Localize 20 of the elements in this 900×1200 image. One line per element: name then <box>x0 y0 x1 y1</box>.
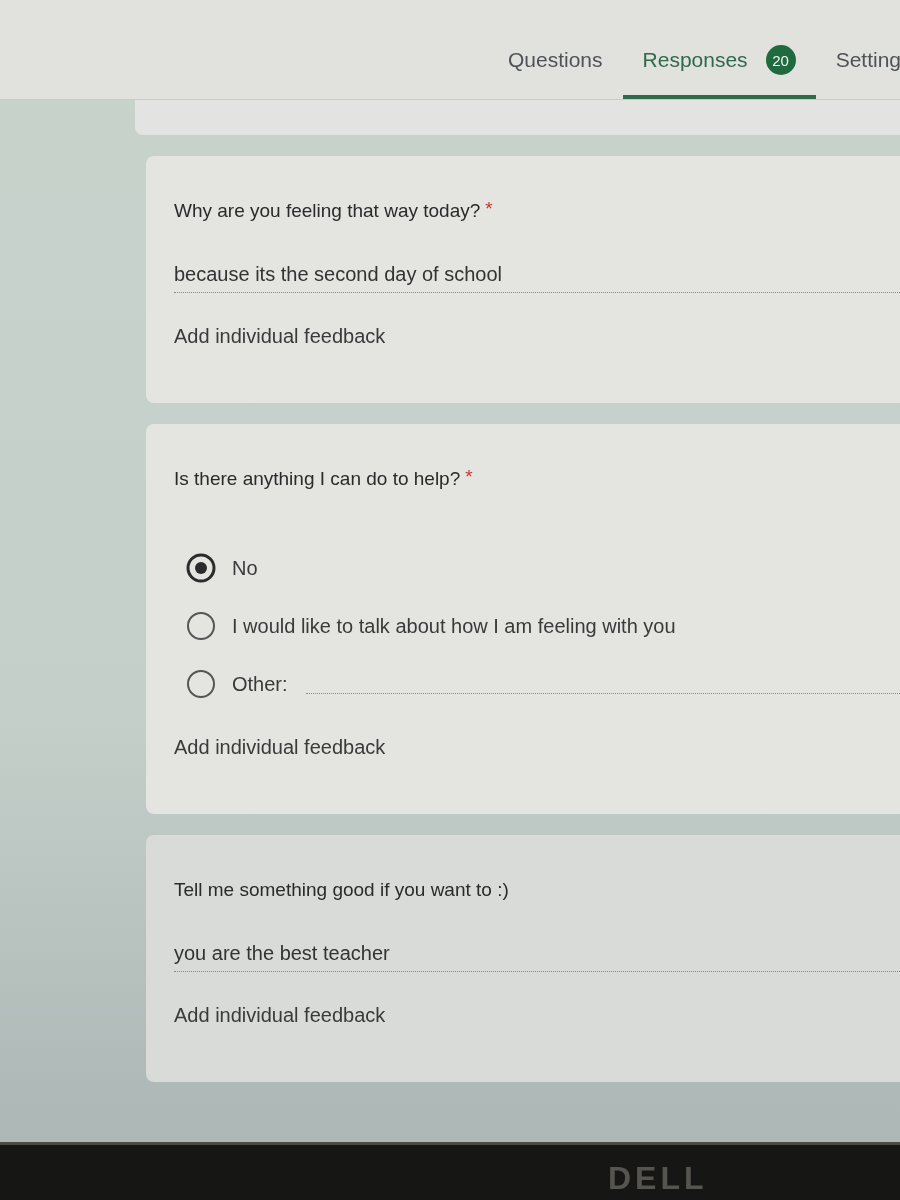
add-feedback-link[interactable]: Add individual feedback <box>174 1002 386 1028</box>
tab[interactable]: Questions <box>488 39 623 99</box>
option-label: No <box>232 556 258 580</box>
answer-text: you are the best teacher <box>174 939 900 972</box>
option-label: I would like to talk about how I am feeling with you <box>232 614 676 638</box>
question-title: Tell me something good if you want to :) <box>174 878 509 902</box>
option-label: Other: <box>232 672 288 696</box>
add-feedback-link[interactable]: Add individual feedback <box>174 323 386 349</box>
count-badge: 20 <box>765 45 796 75</box>
radio-selected-icon[interactable] <box>186 553 216 583</box>
brand-logo: DELL <box>608 1160 708 1196</box>
radio-empty-icon[interactable] <box>186 611 216 641</box>
radio-empty-icon[interactable] <box>186 669 216 699</box>
tab[interactable]: Setting <box>815 39 900 99</box>
required-mark: * <box>485 198 493 220</box>
question-title: Is there anything I can do to help? <box>174 467 461 491</box>
add-feedback-link[interactable]: Add individual feedback <box>174 734 386 760</box>
answer-text: because its the second day of school <box>174 260 900 293</box>
required-mark: * <box>465 466 473 488</box>
question-title: Why are you feeling that way today? <box>174 199 481 223</box>
